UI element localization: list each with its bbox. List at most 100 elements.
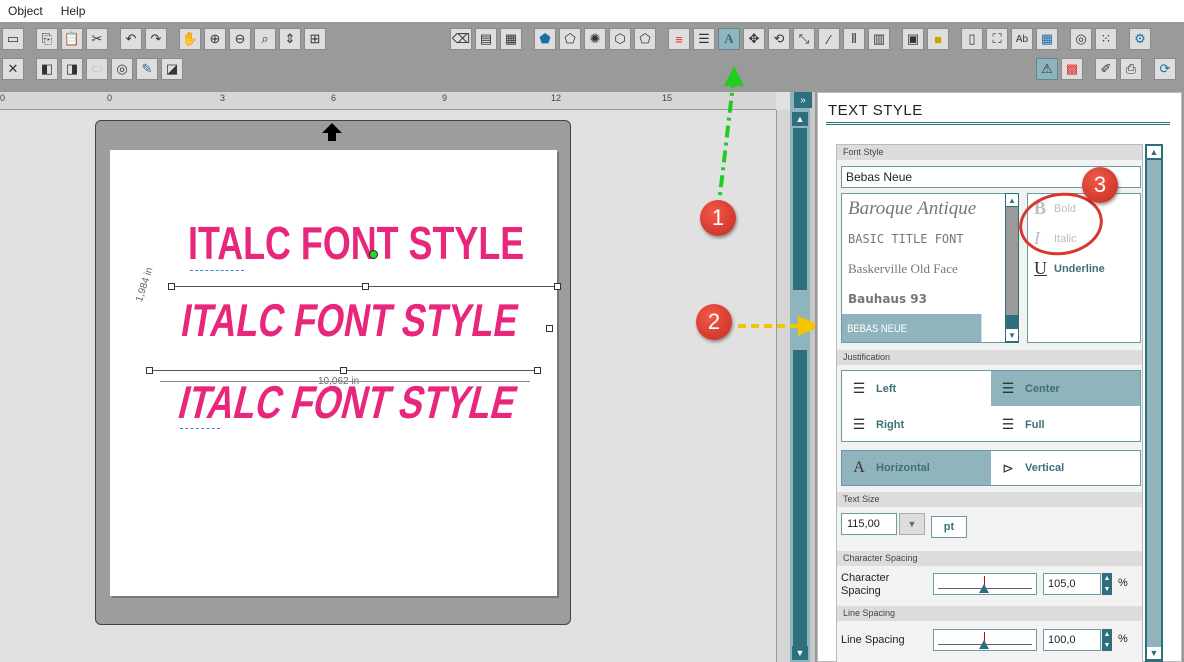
line-spacing-spinner[interactable]: ▲ ▼: [1102, 629, 1112, 651]
font-list-item[interactable]: Baskerville Old Face: [842, 254, 1006, 284]
text-style-icon[interactable]: A: [718, 28, 740, 50]
selection-handle[interactable]: [546, 325, 553, 332]
justify-center-button[interactable]: ☰ Center: [991, 371, 1140, 406]
undo-icon[interactable]: ↶: [120, 28, 142, 50]
char-spacing-slider[interactable]: [933, 573, 1037, 595]
page[interactable]: ITALC FONT STYLE ITALC FONT STYLE 1,984 …: [110, 150, 561, 596]
underline-option[interactable]: U Underline: [1034, 258, 1105, 279]
bring-front-icon[interactable]: ◧: [36, 58, 58, 80]
justify-right-button[interactable]: ☰ Right: [842, 407, 991, 442]
copy-icon[interactable]: ⎘: [36, 28, 58, 50]
pan-icon[interactable]: ✋: [179, 28, 201, 50]
font-list[interactable]: Baroque Antique BASIC TITLE FONT Baskerv…: [841, 193, 1007, 343]
char-spacing-spinner[interactable]: ▲ ▼: [1102, 573, 1112, 595]
line-spacing-input[interactable]: 100,0: [1043, 629, 1101, 651]
warp-icon[interactable]: ⚠: [1036, 58, 1058, 80]
font-list-item[interactable]: Baroque Antique: [842, 194, 1006, 224]
line-style-icon[interactable]: ☰: [693, 28, 715, 50]
font-list-item[interactable]: Bauhaus 93: [842, 284, 1006, 314]
zoom-out-icon[interactable]: ⊖: [229, 28, 251, 50]
line-spacing-slider[interactable]: [933, 629, 1037, 651]
scale-icon[interactable]: ⤡: [793, 28, 815, 50]
send-to-cutter-icon[interactable]: ▭: [2, 28, 24, 50]
pattern-fill-icon[interactable]: ▩: [1061, 58, 1083, 80]
zoom-drag-icon[interactable]: ⇕: [279, 28, 301, 50]
panel-scroll-thumb[interactable]: [1147, 160, 1161, 656]
panel-scrollbar[interactable]: ▲ ▼: [1145, 144, 1163, 662]
font-scroll-up-icon[interactable]: ▲: [1006, 194, 1018, 206]
text-size-dropdown-icon[interactable]: ▼: [899, 513, 925, 535]
font-scroll-down-icon[interactable]: ▼: [1006, 329, 1018, 341]
grid-icon[interactable]: ▦: [1036, 28, 1058, 50]
star-burst-icon[interactable]: ✺: [584, 28, 606, 50]
redo-icon[interactable]: ↷: [145, 28, 167, 50]
selection-handle[interactable]: [362, 283, 369, 290]
panel-scroll-up-icon[interactable]: ▲: [1147, 146, 1161, 158]
fit-to-page-icon[interactable]: ⊞: [304, 28, 326, 50]
sketch-pen-icon[interactable]: ✐: [1095, 58, 1117, 80]
send-back-icon[interactable]: ◨: [61, 58, 83, 80]
shear-icon[interactable]: ⁄: [818, 28, 840, 50]
replicate-icon[interactable]: ▥: [868, 28, 890, 50]
menu-help[interactable]: Help: [61, 4, 86, 18]
text-sample-regular[interactable]: ITALC FONT STYLE: [188, 216, 524, 270]
cross-icon[interactable]: ✕: [2, 58, 24, 80]
rotation-handle[interactable]: [369, 250, 378, 259]
dots-icon[interactable]: ⁙: [1095, 28, 1117, 50]
text-sample-italic[interactable]: ITALC FONT STYLE: [178, 293, 523, 347]
registration-icon[interactable]: ⛶: [986, 28, 1008, 50]
selection-handle[interactable]: [146, 367, 153, 374]
eraser-icon[interactable]: ⌫: [450, 28, 472, 50]
justify-left-button[interactable]: ☰ Left: [842, 371, 991, 406]
library-icon[interactable]: ▣: [902, 28, 924, 50]
vertical-button[interactable]: ⊳ Vertical: [991, 451, 1140, 485]
settings-gear-icon[interactable]: ⚙: [1129, 28, 1151, 50]
font-list-item[interactable]: BASIC TITLE FONT: [842, 224, 1006, 254]
group-icon[interactable]: ⬭: [86, 58, 108, 80]
char-spacing-input[interactable]: 105,0: [1043, 573, 1101, 595]
horizontal-button[interactable]: A Horizontal: [842, 451, 991, 485]
offset-pentagon-icon[interactable]: ⬠: [559, 28, 581, 50]
zoom-in-icon[interactable]: ⊕: [204, 28, 226, 50]
scroll-thumb[interactable]: [793, 128, 807, 648]
shape-3d-icon[interactable]: ◪: [161, 58, 183, 80]
unit-button[interactable]: pt: [931, 516, 967, 538]
selection-handle[interactable]: [168, 283, 175, 290]
store-icon[interactable]: ■: [927, 28, 949, 50]
paste-icon[interactable]: 📋: [61, 28, 83, 50]
slider-knob[interactable]: [979, 640, 989, 649]
text-sample-italic-slanted[interactable]: ITALC FONT STYLE: [173, 375, 523, 429]
sync-icon[interactable]: ⟳: [1154, 58, 1176, 80]
scroll-down-icon[interactable]: ▼: [792, 646, 808, 660]
canvas-vertical-scrollbar[interactable]: ▲ ▼: [790, 92, 810, 662]
font-list-scrollbar[interactable]: ▲ ▼: [1005, 193, 1019, 343]
draw-icon[interactable]: ✎: [136, 58, 158, 80]
text-size-input[interactable]: 115,00: [841, 513, 897, 535]
zoom-select-icon[interactable]: ⌕: [254, 28, 276, 50]
font-scroll-thumb[interactable]: [1006, 207, 1018, 315]
menu-object[interactable]: Object: [8, 4, 43, 18]
rotate-icon[interactable]: ⟲: [768, 28, 790, 50]
font-list-item-selected[interactable]: BEBAS NEUE: [842, 314, 982, 342]
justify-full-button[interactable]: ☰ Full: [991, 407, 1140, 442]
slider-knob[interactable]: [979, 584, 989, 593]
scroll-up-icon[interactable]: ▲: [792, 112, 808, 126]
selection-handle[interactable]: [554, 283, 561, 290]
collapse-panel-icon[interactable]: »: [794, 92, 812, 108]
fill-icon[interactable]: ▤: [475, 28, 497, 50]
pattern-icon[interactable]: ▦: [500, 28, 522, 50]
transform-icon[interactable]: ✥: [743, 28, 765, 50]
pentagon-icon[interactable]: ⬟: [534, 28, 556, 50]
knife-icon[interactable]: ⬡: [609, 28, 631, 50]
offset-icon[interactable]: ◎: [111, 58, 133, 80]
align-icon[interactable]: ⫴: [843, 28, 865, 50]
trace-icon[interactable]: ◎: [1070, 28, 1092, 50]
cut-icon[interactable]: ✂: [86, 28, 108, 50]
point-edit-icon[interactable]: ⬠: [634, 28, 656, 50]
text-tool-icon[interactable]: Ab: [1011, 28, 1033, 50]
selection-handle[interactable]: [340, 367, 347, 374]
page-setup-icon[interactable]: ▯: [961, 28, 983, 50]
line-color-icon[interactable]: ≡: [668, 28, 690, 50]
design-canvas[interactable]: 0 0 3 6 9 12 15 ▲ ▼ ITALC FONT STYLE ITA…: [0, 66, 822, 662]
send-icon[interactable]: ⎙: [1120, 58, 1142, 80]
